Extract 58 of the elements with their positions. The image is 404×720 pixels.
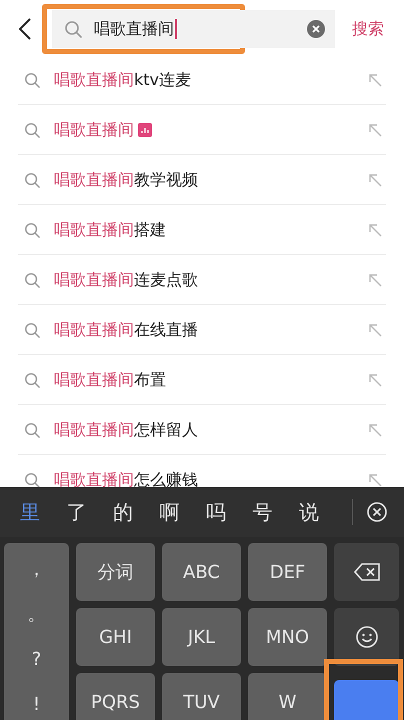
- candidate-word[interactable]: 吗: [206, 497, 252, 527]
- symbol-key[interactable]: 。: [28, 604, 46, 626]
- fill-arrow-icon[interactable]: [368, 322, 382, 336]
- search-icon: [24, 272, 40, 288]
- fill-arrow-icon[interactable]: [368, 422, 382, 436]
- fill-arrow-icon[interactable]: [368, 72, 382, 86]
- search-icon: [24, 122, 40, 138]
- close-icon[interactable]: [366, 502, 386, 522]
- search-icon: [24, 222, 40, 238]
- fill-arrow-icon[interactable]: [368, 472, 382, 486]
- key[interactable]: MNO: [248, 608, 327, 666]
- search-icon: [24, 472, 40, 487]
- candidate-word[interactable]: 说: [299, 497, 346, 527]
- fill-arrow-icon[interactable]: [368, 122, 382, 136]
- enter-key[interactable]: [334, 680, 399, 720]
- suggestion-text[interactable]: 唱歌直播间在线直播: [54, 318, 198, 342]
- smiley-icon: [356, 626, 378, 648]
- suggestion-text[interactable]: 唱歌直播间教学视频: [54, 168, 198, 192]
- key[interactable]: ABC: [162, 543, 241, 601]
- key[interactable]: 分词: [76, 543, 155, 601]
- key[interactable]: TUV: [162, 673, 241, 720]
- symbol-key[interactable]: !: [32, 694, 40, 716]
- fill-arrow-icon[interactable]: [368, 372, 382, 386]
- candidate-word[interactable]: 里: [20, 497, 66, 527]
- fill-arrow-icon[interactable]: [368, 172, 382, 186]
- search-icon: [24, 72, 40, 88]
- fill-arrow-icon[interactable]: [368, 272, 382, 286]
- symbol-key[interactable]: ?: [32, 648, 42, 670]
- key[interactable]: W: [248, 673, 327, 720]
- suggestion-text[interactable]: 唱歌直播间怎样留人: [54, 418, 198, 442]
- key[interactable]: PQRS: [76, 673, 155, 720]
- backspace-icon: [354, 563, 380, 581]
- candidate-word[interactable]: 号: [252, 497, 299, 527]
- search-button[interactable]: 搜索: [352, 16, 384, 40]
- search-icon: [24, 422, 40, 438]
- search-field[interactable]: 唱歌直播间: [52, 10, 335, 48]
- suggestion-text[interactable]: 唱歌直播间布置: [54, 368, 166, 392]
- key[interactable]: GHI: [76, 608, 155, 666]
- back-icon[interactable]: [19, 18, 31, 40]
- search-icon: [24, 322, 40, 338]
- symbol-key[interactable]: ，: [28, 558, 46, 580]
- candidate-word[interactable]: 了: [66, 497, 113, 527]
- fill-arrow-icon[interactable]: [368, 222, 382, 236]
- key[interactable]: DEF: [248, 543, 327, 601]
- suggestion-text[interactable]: 唱歌直播间连麦点歌: [54, 268, 198, 292]
- suggestion-text[interactable]: 唱歌直播间搭建: [54, 218, 166, 242]
- search-icon: [24, 172, 40, 188]
- emoji-key[interactable]: [334, 608, 399, 666]
- candidate-word[interactable]: 的: [113, 497, 160, 527]
- key[interactable]: JKL: [162, 608, 241, 666]
- suggestion-text[interactable]: 唱歌直播间怎么赚钱: [54, 468, 198, 487]
- candidate-word[interactable]: 啊: [160, 497, 206, 527]
- suggestion-text[interactable]: 唱歌直播间: [54, 118, 134, 142]
- delete-key[interactable]: [334, 543, 399, 601]
- search-icon: [24, 372, 40, 388]
- suggestion-text[interactable]: 唱歌直播间ktv连麦: [54, 68, 192, 92]
- search-icon: [64, 20, 82, 38]
- clear-icon[interactable]: [307, 20, 325, 38]
